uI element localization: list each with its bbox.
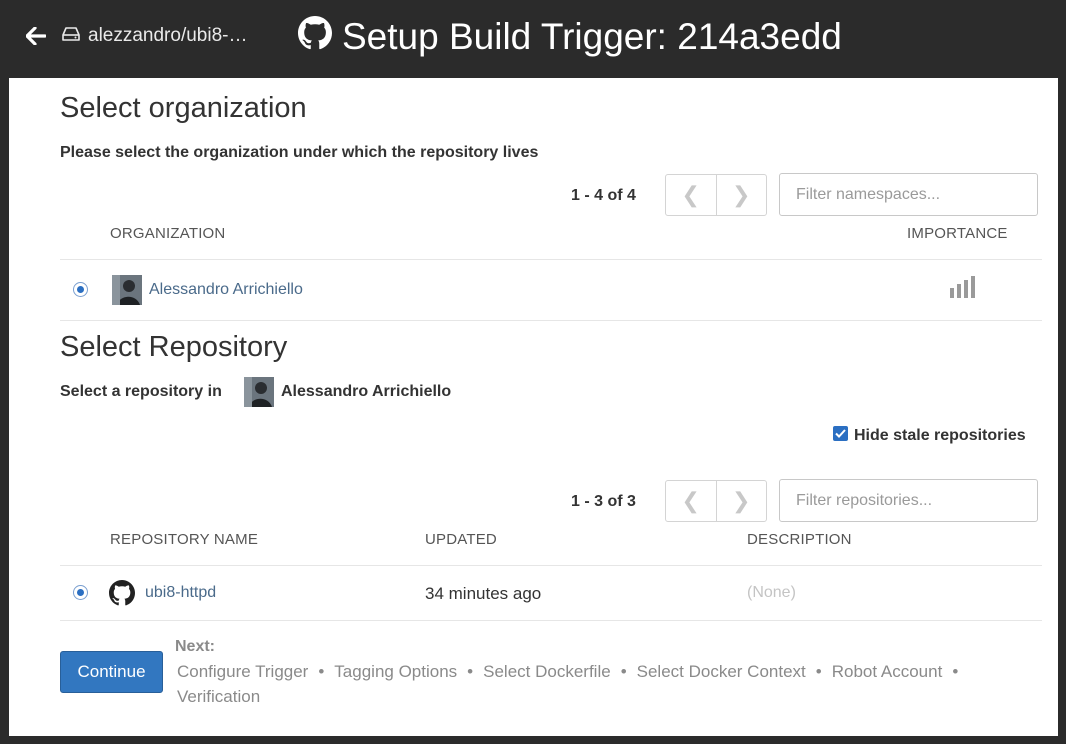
avatar xyxy=(244,377,274,407)
select-repository-heading: Select Repository xyxy=(60,331,288,363)
github-icon xyxy=(109,580,135,611)
repository-description: (None) xyxy=(747,584,796,601)
repository-pager: ❮ ❯ xyxy=(665,480,767,522)
step-verification: Verification xyxy=(177,687,261,706)
organization-column-header: ORGANIZATION xyxy=(110,225,226,242)
repository-radio[interactable] xyxy=(73,585,88,600)
hdd-icon xyxy=(62,25,80,47)
step-robot-account: Robot Account xyxy=(831,662,943,681)
repository-instructions-prefix: Select a repository in xyxy=(60,383,222,400)
step-select-dockerfile: Select Dockerfile xyxy=(483,662,611,681)
divider xyxy=(60,259,1042,260)
page-title: Setup Build Trigger: 214a3edd xyxy=(298,12,842,62)
hide-stale-label[interactable]: Hide stale repositories xyxy=(854,427,1026,445)
description-column-header: DESCRIPTION xyxy=(747,531,852,548)
github-icon xyxy=(298,15,332,59)
chevron-left-icon[interactable]: ❮ xyxy=(666,175,716,215)
continue-button[interactable]: Continue xyxy=(60,651,163,693)
chevron-right-icon[interactable]: ❯ xyxy=(715,481,767,521)
filter-namespaces-input[interactable] xyxy=(779,173,1038,216)
repository-breadcrumb[interactable]: alezzandro/ubi8-… xyxy=(62,22,247,50)
signal-bars-icon xyxy=(949,274,979,305)
organization-radio[interactable] xyxy=(73,282,88,297)
divider xyxy=(60,565,1042,566)
step-configure-trigger: Configure Trigger xyxy=(177,662,309,681)
divider xyxy=(60,620,1042,621)
divider xyxy=(60,320,1042,321)
chevron-left-icon[interactable]: ❮ xyxy=(666,481,716,521)
repository-updated: 34 minutes ago xyxy=(425,584,542,603)
select-organization-heading: Select organization xyxy=(60,92,307,124)
page-title-text: Setup Build Trigger: 214a3edd xyxy=(342,16,842,57)
repository-breadcrumb-label: alezzandro/ubi8-… xyxy=(88,25,248,46)
next-label: Next: xyxy=(175,638,216,655)
check-icon xyxy=(835,429,846,438)
importance-column-header: IMPORTANCE xyxy=(907,225,1008,242)
updated-column-header: UPDATED xyxy=(425,531,497,548)
repository-pagination-count: 1 - 3 of 3 xyxy=(571,493,636,510)
avatar xyxy=(112,275,142,305)
repository-organization-name: Alessandro Arrichiello xyxy=(281,383,452,400)
separator-dot: • xyxy=(815,662,822,681)
separator-dot: • xyxy=(620,662,627,681)
organization-instructions: Please select the organization under whi… xyxy=(60,144,539,161)
step-tagging-options: Tagging Options xyxy=(334,662,458,681)
chevron-right-icon[interactable]: ❯ xyxy=(715,175,767,215)
organization-pagination-count: 1 - 4 of 4 xyxy=(571,187,636,204)
organization-pager: ❮ ❯ xyxy=(665,174,767,216)
separator-dot: • xyxy=(467,662,474,681)
separator-dot: • xyxy=(318,662,325,681)
separator-dot: • xyxy=(952,662,959,681)
organization-name-link[interactable]: Alessandro Arrichiello xyxy=(149,281,303,299)
repository-name-column-header: REPOSITORY NAME xyxy=(110,531,259,548)
step-select-docker-context: Select Docker Context xyxy=(636,662,806,681)
build-trigger-card: Select organization Please select the or… xyxy=(9,78,1058,736)
filter-repositories-input[interactable] xyxy=(779,479,1038,522)
repository-name-link[interactable]: ubi8-httpd xyxy=(145,584,216,602)
back-arrow-icon[interactable] xyxy=(24,24,48,48)
hide-stale-checkbox[interactable] xyxy=(833,426,848,441)
page-header: alezzandro/ubi8-… Setup Build Trigger: 2… xyxy=(0,0,1066,78)
next-steps-list: Configure Trigger • Tagging Options • Select… xyxy=(177,659,1027,709)
